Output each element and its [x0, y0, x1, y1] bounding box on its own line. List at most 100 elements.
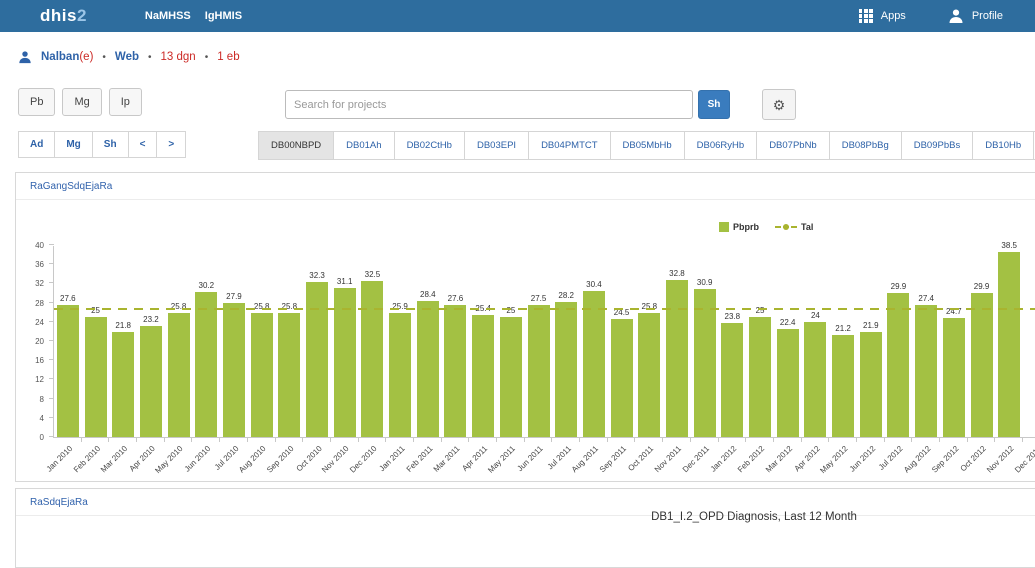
x-axis-tick [164, 437, 165, 442]
bar[interactable] [361, 281, 383, 437]
nav-item-ighmis[interactable]: IgHMIS [205, 10, 242, 22]
x-axis-tick [191, 437, 192, 442]
dashboard-tab[interactable]: DB05MbHb [610, 131, 684, 160]
x-axis-category-label: Sep 2012 [930, 444, 961, 475]
user-name[interactable]: Nalban [41, 51, 79, 63]
search-input[interactable] [285, 90, 693, 119]
x-axis-category-label: Oct 2011 [627, 444, 656, 473]
chart-y-axis: 0481216202428323640 [16, 246, 47, 438]
toolbar-button-1[interactable]: Mg [62, 88, 101, 116]
profile-menu-button[interactable]: Profile [948, 8, 1003, 24]
dhis2-logo[interactable]: dhis2 [40, 6, 87, 26]
bar[interactable] [57, 305, 79, 437]
y-axis-tick-label: 40 [35, 241, 44, 250]
x-axis-tick [994, 437, 995, 442]
bar[interactable] [555, 302, 577, 437]
bar-slot: 30.4Aug 2011 [580, 246, 608, 437]
tab-nav-button-2[interactable]: Sh [92, 131, 128, 158]
bar[interactable] [168, 313, 190, 437]
panel1-action-links[interactable]: RaGangSdqEjaRa [30, 181, 112, 192]
x-axis-category-label: Sep 2010 [265, 444, 296, 475]
bar[interactable] [112, 332, 134, 437]
bar[interactable] [389, 313, 411, 437]
search-button[interactable]: Sh [698, 90, 730, 119]
nav-item-namhss[interactable]: NaMHSS [145, 10, 191, 22]
bar[interactable] [804, 322, 826, 437]
tab-nav-button-4[interactable]: > [156, 131, 186, 158]
dashboard-tab[interactable]: DB09PbBs [901, 131, 972, 160]
legend-square-swatch [719, 222, 729, 232]
bar[interactable] [832, 335, 854, 437]
tab-nav-button-1[interactable]: Mg [54, 131, 91, 158]
dashboard-tab[interactable]: DB06RyHb [684, 131, 757, 160]
dashboard-tab[interactable]: DB02CtHb [394, 131, 464, 160]
bar-slot: 25Feb 2012 [746, 246, 774, 437]
dashboard-tab[interactable]: DB04PMTCT [528, 131, 609, 160]
bar[interactable] [777, 329, 799, 437]
bar-slot: 25.9Jan 2011 [386, 246, 414, 437]
bar[interactable] [583, 291, 605, 437]
tab-nav-button-3[interactable]: < [128, 131, 157, 158]
x-axis-tick [745, 437, 746, 442]
bar[interactable] [638, 313, 660, 437]
x-axis-category-label: Nov 2012 [985, 444, 1016, 475]
dashboard-tab[interactable]: DB07PbNb [756, 131, 829, 160]
bar[interactable] [611, 319, 633, 437]
panel2-action-links[interactable]: RaSdqEjaRa [30, 497, 88, 508]
bar[interactable] [694, 289, 716, 437]
bar[interactable] [971, 293, 993, 437]
bar[interactable] [195, 292, 217, 437]
y-axis-tick-label: 20 [35, 337, 44, 346]
bar[interactable] [140, 326, 162, 437]
x-axis-category-label: Jun 2011 [516, 444, 545, 473]
dashboard-tab[interactable]: DB10Hb [972, 131, 1033, 160]
dashboard-tab[interactable]: DB08PbBg [829, 131, 901, 160]
bar[interactable] [278, 313, 300, 437]
bar-slot: Dec 2012 [1023, 246, 1035, 437]
x-axis-tick [828, 437, 829, 442]
profile-label: Profile [972, 10, 1003, 22]
bar[interactable] [472, 315, 494, 437]
panel1-header: RaGangSdqEjaRa [16, 173, 1035, 200]
bar[interactable] [749, 317, 771, 437]
legend-item-1[interactable]: Tal [775, 222, 813, 232]
dashboard-tab[interactable]: DB00NBPD [258, 131, 333, 160]
bar-value-label: 28.4 [420, 290, 436, 299]
legend-item-0[interactable]: Pbprb [719, 222, 759, 232]
bar[interactable] [306, 282, 328, 437]
bar[interactable] [334, 288, 356, 437]
bar[interactable] [500, 317, 522, 437]
bar[interactable] [251, 313, 273, 437]
bar[interactable] [887, 293, 909, 437]
bar[interactable] [998, 252, 1020, 437]
bar[interactable] [223, 303, 245, 437]
chart-legend: Pbprb Tal [719, 222, 813, 232]
bar[interactable] [943, 318, 965, 437]
settings-gear-button[interactable]: ⚙ [762, 89, 796, 120]
toolbar-button-0[interactable]: Pb [18, 88, 55, 116]
y-axis-tick-label: 36 [35, 260, 44, 269]
bar[interactable] [85, 317, 107, 437]
chart-plot-area: 27.6Jan 201025Feb 201021.8Mar 201023.2Ap… [53, 246, 1035, 438]
x-axis-category-label: May 2010 [154, 444, 185, 475]
dashboard-tab[interactable]: DB01Ah [333, 131, 393, 160]
x-axis-category-label: Aug 2012 [902, 444, 933, 475]
bar[interactable] [860, 332, 882, 437]
x-axis-category-label: Mar 2011 [432, 444, 462, 474]
bar[interactable] [721, 323, 743, 437]
bar[interactable] [528, 305, 550, 437]
dashboard-toolbar: PbMg Ip Sh ⚙ [0, 88, 1035, 122]
bar[interactable] [444, 305, 466, 437]
x-axis-category-label: Oct 2010 [294, 444, 323, 473]
bar[interactable] [417, 301, 439, 437]
bar-value-label: 25.8 [171, 302, 187, 311]
bar[interactable] [915, 305, 937, 437]
x-axis-tick [413, 437, 414, 442]
bar-slot: 32.3Oct 2010 [303, 246, 331, 437]
toolbar-button-2[interactable]: Ip [109, 88, 142, 116]
tab-nav-button-0[interactable]: Ad [18, 131, 54, 158]
user-context[interactable]: Web [115, 51, 139, 63]
apps-menu-button[interactable]: Apps [859, 9, 906, 23]
dashboard-tab[interactable]: DB03EPI [464, 131, 528, 160]
bar[interactable] [666, 280, 688, 437]
